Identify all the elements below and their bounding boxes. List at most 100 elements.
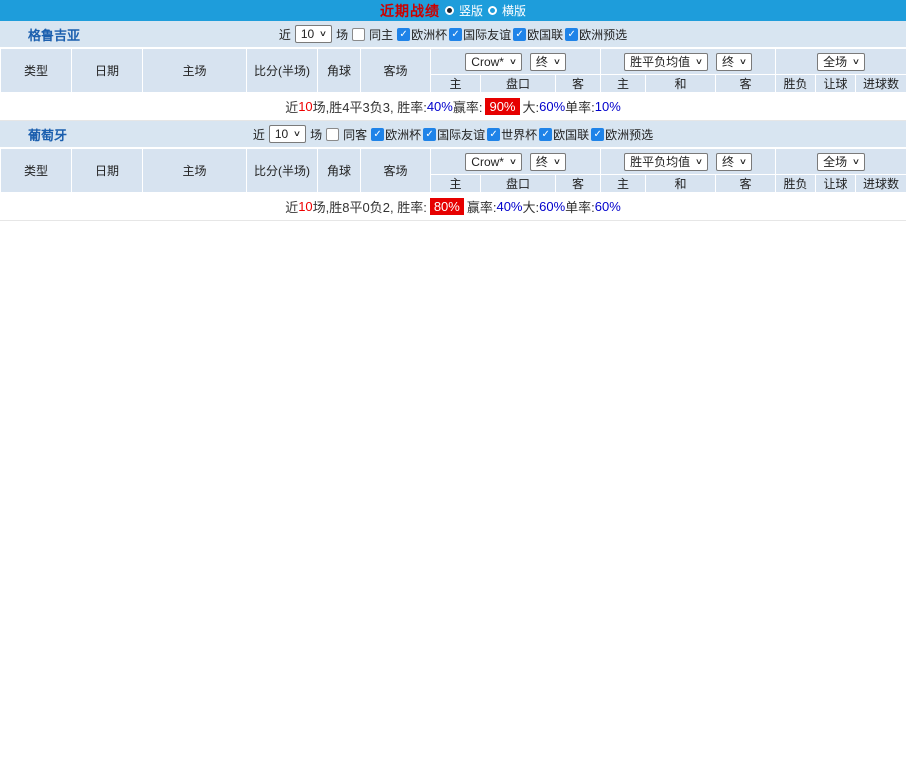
chevron-down-icon: ∨: [695, 155, 703, 169]
competition-filter[interactable]: ✓欧洲预选: [565, 26, 627, 43]
filter-bar: 近 10∨ 场 同客 ✓欧洲杯✓国际友谊✓世界杯✓欧国联✓欧洲预选: [0, 125, 906, 143]
competition-label: 世界杯: [501, 126, 537, 143]
summary-segment: 大:: [523, 197, 540, 216]
checkbox-icon[interactable]: ✓: [591, 128, 604, 141]
scope-group-header: 全场∨: [776, 49, 906, 75]
summary-segment: 40%: [496, 199, 522, 214]
summary-segment: 80%: [430, 198, 464, 215]
horizontal-view-label: 横版: [502, 2, 526, 19]
summary-segment: 90%: [485, 98, 519, 115]
competition-filter[interactable]: ✓欧国联: [513, 26, 563, 43]
odds-group-header: Crow*∨ 终∨: [431, 49, 601, 75]
chevron-down-icon: ∨: [852, 155, 860, 169]
chevron-down-icon: ∨: [739, 55, 747, 69]
col-handicap: 盘口: [481, 175, 556, 193]
filter-bar: 近 10∨ 场 同主 ✓欧洲杯✓国际友谊✓欧国联✓欧洲预选: [0, 25, 906, 43]
match-count-select[interactable]: 10∨: [295, 25, 332, 43]
col-type: 类型: [1, 149, 72, 193]
summary-segment: 近: [285, 97, 298, 116]
odds-group-header: Crow*∨ 终∨: [431, 149, 601, 175]
competition-label: 国际友谊: [437, 126, 485, 143]
col-home: 主场: [143, 49, 247, 93]
scope-select[interactable]: 全场∨: [817, 53, 865, 71]
summary-segment: 场,胜8平0负2, 胜率:: [313, 197, 427, 216]
checkbox-icon[interactable]: ✓: [423, 128, 436, 141]
competition-label: 欧洲杯: [411, 26, 447, 43]
avg-final-select[interactable]: 终∨: [716, 53, 752, 71]
same-venue-checkbox[interactable]: [326, 128, 339, 141]
col-handicap-result: 让球: [816, 75, 856, 93]
summary-segment: 60%: [539, 199, 565, 214]
summary-segment: 10%: [595, 99, 621, 114]
scope-group-header: 全场∨: [776, 149, 906, 175]
competition-label: 欧洲杯: [385, 126, 421, 143]
col-avg-win: 主: [601, 175, 646, 193]
avg-final-select[interactable]: 终∨: [716, 153, 752, 171]
chevron-down-icon: ∨: [695, 55, 703, 69]
summary-row: 近10场,胜8平0负2, 胜率:80% 赢率:40% 大:60% 单率:60%: [0, 193, 906, 221]
competition-filter[interactable]: ✓国际友谊: [423, 126, 485, 143]
col-host-odds: 主: [431, 75, 481, 93]
competition-filter[interactable]: ✓国际友谊: [449, 26, 511, 43]
section-georgia: 格鲁吉亚 近 10∨ 场 同主 ✓欧洲杯✓国际友谊✓欧国联✓欧洲预选 类型 日期…: [0, 21, 906, 121]
vertical-view-label: 竖版: [459, 2, 483, 19]
competition-filter[interactable]: ✓欧洲预选: [591, 126, 653, 143]
checkbox-icon[interactable]: ✓: [513, 28, 526, 41]
competition-filter[interactable]: ✓欧国联: [539, 126, 589, 143]
horizontal-view-radio[interactable]: [488, 6, 497, 15]
col-guest-odds: 客: [556, 75, 601, 93]
unit-label: 场: [336, 26, 348, 43]
section-header: 葡萄牙 近 10∨ 场 同客 ✓欧洲杯✓国际友谊✓世界杯✓欧国联✓欧洲预选: [0, 121, 906, 148]
checkbox-icon[interactable]: ✓: [539, 128, 552, 141]
checkbox-icon[interactable]: ✓: [565, 28, 578, 41]
near-label: 近: [279, 26, 291, 43]
avg-select[interactable]: 胜平负均值∨: [624, 153, 708, 171]
checkbox-icon[interactable]: ✓: [397, 28, 410, 41]
chevron-down-icon: ∨: [293, 127, 301, 141]
col-corner: 角球: [318, 149, 361, 193]
col-date: 日期: [72, 149, 143, 193]
checkbox-icon[interactable]: ✓: [487, 128, 500, 141]
avg-select[interactable]: 胜平负均值∨: [624, 53, 708, 71]
competition-filters: ✓欧洲杯✓国际友谊✓欧国联✓欧洲预选: [397, 26, 627, 43]
col-type: 类型: [1, 49, 72, 93]
same-venue-checkbox[interactable]: [352, 28, 365, 41]
competition-filter[interactable]: ✓欧洲杯: [397, 26, 447, 43]
summary-segment: 单率:: [565, 197, 595, 216]
summary-segment: 场,胜4平3负3, 胜率:: [313, 97, 427, 116]
summary-segment: 60%: [539, 99, 565, 114]
col-corner: 角球: [318, 49, 361, 93]
col-handicap: 盘口: [481, 75, 556, 93]
odds-source-select[interactable]: Crow*∨: [465, 153, 522, 171]
near-label: 近: [253, 126, 265, 143]
vertical-view-radio[interactable]: [445, 6, 454, 15]
summary-segment: 60%: [595, 199, 621, 214]
summary-segment: 近: [285, 197, 298, 216]
col-guest-odds: 客: [556, 175, 601, 193]
checkbox-icon[interactable]: ✓: [449, 28, 462, 41]
unit-label: 场: [310, 126, 322, 143]
competition-filter[interactable]: ✓欧洲杯: [371, 126, 421, 143]
scope-select[interactable]: 全场∨: [817, 153, 865, 171]
match-count-select[interactable]: 10∨: [269, 125, 306, 143]
chevron-down-icon: ∨: [319, 27, 327, 41]
avg-group-header: 胜平负均值∨ 终∨: [601, 149, 776, 175]
col-result: 胜负: [776, 175, 816, 193]
odds-final-select[interactable]: 终∨: [530, 153, 566, 171]
competition-filter[interactable]: ✓世界杯: [487, 126, 537, 143]
competition-label: 欧国联: [527, 26, 563, 43]
competition-label: 国际友谊: [463, 26, 511, 43]
odds-source-select[interactable]: Crow*∨: [465, 53, 522, 71]
col-goals: 进球数: [856, 175, 906, 193]
col-host-odds: 主: [431, 175, 481, 193]
chevron-down-icon: ∨: [509, 55, 517, 69]
chevron-down-icon: ∨: [739, 155, 747, 169]
col-handicap-result: 让球: [816, 175, 856, 193]
col-date: 日期: [72, 49, 143, 93]
summary-segment: 赢率:: [453, 97, 483, 116]
col-score: 比分(半场): [247, 49, 318, 93]
odds-final-select[interactable]: 终∨: [530, 53, 566, 71]
checkbox-icon[interactable]: ✓: [371, 128, 384, 141]
top-bar: 近期战绩 竖版 横版: [0, 0, 906, 21]
summary-segment: 40%: [427, 99, 453, 114]
